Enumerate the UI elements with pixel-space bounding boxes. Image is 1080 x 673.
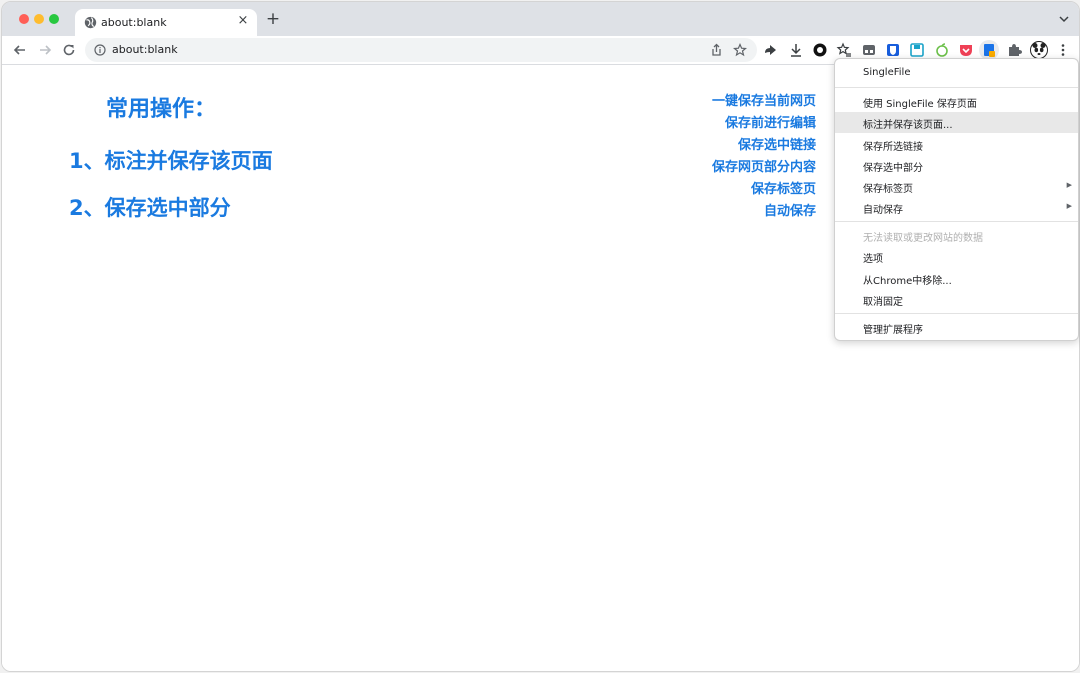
menu-divider (835, 87, 1078, 88)
star-icon[interactable] (733, 43, 747, 57)
reload-icon[interactable] (61, 42, 77, 58)
menu-divider (835, 313, 1078, 314)
quick-action-item: 保存网页部分内容 (711, 160, 816, 175)
quick-action-item: 一键保存当前网页 (711, 94, 816, 109)
puzzle-icon[interactable] (1006, 42, 1022, 58)
tab-strip: about:blank × + (2, 2, 1079, 36)
menu-item-save-tabs[interactable]: 保存标签页 ▶ (835, 176, 1078, 197)
menu-item-remove-from-chrome[interactable]: 从Chrome中移除... (835, 268, 1078, 289)
menu-item-options[interactable]: 选项 (835, 246, 1078, 267)
apple-extension-icon[interactable] (934, 42, 950, 58)
menu-dots-icon[interactable] (1055, 42, 1071, 58)
submenu-arrow-icon: ▶ (1066, 181, 1072, 189)
tab-about-blank[interactable]: about:blank × (75, 9, 257, 36)
close-icon[interactable]: × (235, 13, 251, 28)
menu-item-save-links[interactable]: 保存所选链接 (835, 134, 1078, 155)
menu-item-save-page[interactable]: 使用 SingleFile 保存页面 (835, 91, 1078, 112)
back-icon[interactable] (12, 42, 28, 58)
quick-action-item: 保存选中链接 (737, 138, 816, 153)
incognito-extension-icon[interactable] (861, 42, 877, 58)
quick-action-item: 自动保存 (763, 204, 816, 219)
close-window-button[interactable] (19, 14, 29, 24)
minimize-window-button[interactable] (34, 14, 44, 24)
extension-context-menu: SingleFile 使用 SingleFile 保存页面 标注并保存该页面..… (834, 58, 1079, 341)
share-icon[interactable] (710, 43, 723, 57)
cloud-extension-icon[interactable] (763, 42, 779, 58)
starlist-extension-icon[interactable] (836, 42, 852, 58)
menu-item-auto-save[interactable]: 自动保存 ▶ (835, 197, 1078, 218)
bitwarden-icon[interactable] (885, 42, 901, 58)
save-extension-icon[interactable] (909, 42, 925, 58)
submenu-arrow-icon: ▶ (1066, 202, 1072, 210)
singlefile-icon (984, 44, 995, 57)
quick-action-item: 保存前进行编辑 (724, 116, 816, 131)
menu-item-save-selection[interactable]: 保存选中部分 (835, 155, 1078, 176)
menu-item-unpin[interactable]: 取消固定 (835, 289, 1078, 310)
quick-actions-list: 一键保存当前网页 保存前进行编辑 保存选中链接 保存网页部分内容 保存标签页 自… (712, 91, 816, 223)
pocket-icon[interactable] (958, 42, 974, 58)
forward-icon[interactable] (37, 42, 53, 58)
singlefile-extension-button[interactable] (979, 40, 999, 60)
chevron-down-icon[interactable] (1059, 14, 1069, 24)
maximize-window-button[interactable] (49, 14, 59, 24)
menu-title: SingleFile (863, 67, 911, 78)
page-heading: 常用操作： (106, 97, 217, 122)
globe-icon (84, 16, 97, 29)
menu-divider (835, 221, 1078, 222)
quick-action-item: 保存标签页 (750, 182, 816, 197)
menu-item-site-access-disabled: 无法读取或更改网站的数据 (863, 233, 983, 244)
avatar[interactable] (1030, 41, 1048, 59)
menu-item-manage-extensions[interactable]: 管理扩展程序 (835, 317, 1078, 338)
download-icon[interactable] (788, 42, 804, 58)
ring-extension-icon[interactable] (812, 42, 828, 58)
operation-item-2: 2、保存选中部分 (69, 196, 231, 220)
info-icon[interactable] (94, 44, 106, 56)
url-text: about:blank (112, 43, 178, 56)
plus-icon[interactable]: + (264, 10, 282, 28)
menu-item-annotate-save[interactable]: 标注并保存该页面... (835, 112, 1078, 133)
operation-item-1: 1、标注并保存该页面 (69, 149, 273, 173)
address-bar[interactable]: about:blank (85, 38, 757, 62)
tab-title: about:blank (101, 16, 167, 29)
